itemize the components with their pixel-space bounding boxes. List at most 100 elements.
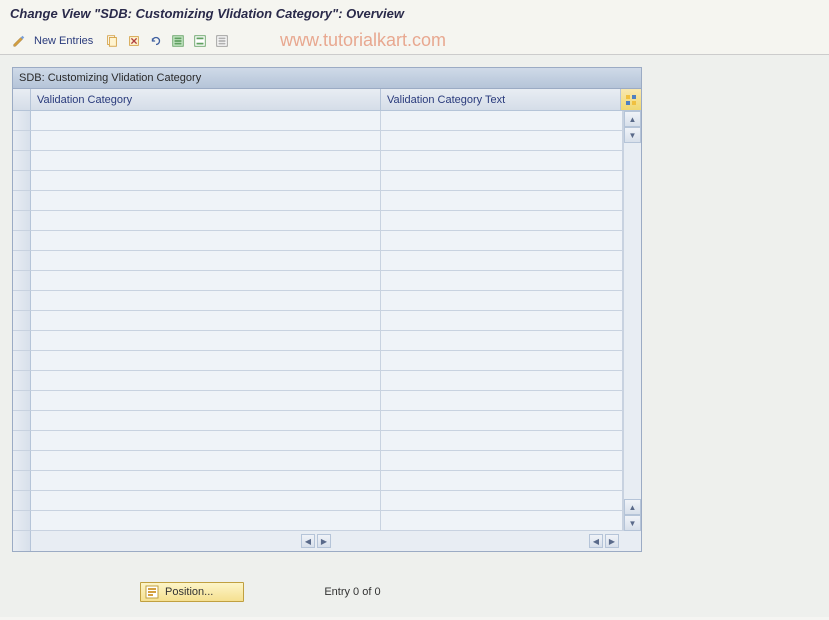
table-row [13, 231, 623, 251]
table-row [13, 331, 623, 351]
row-handle[interactable] [13, 511, 31, 531]
table-config-icon[interactable] [621, 89, 641, 111]
table-row [13, 191, 623, 211]
row-handle[interactable] [13, 451, 31, 471]
row-handle[interactable] [13, 291, 31, 311]
cell-validation-category-text[interactable] [381, 391, 623, 411]
scroll-up-bottom-icon[interactable]: ▲ [624, 499, 641, 515]
hscroll-left-icon[interactable]: ◀ [301, 534, 315, 548]
cell-validation-category-text[interactable] [381, 331, 623, 351]
column-header-validation-category[interactable]: Validation Category [31, 89, 381, 111]
cell-validation-category[interactable] [31, 331, 381, 351]
row-handle[interactable] [13, 231, 31, 251]
cell-validation-category-text[interactable] [381, 411, 623, 431]
cell-validation-category-text[interactable] [381, 151, 623, 171]
cell-validation-category-text[interactable] [381, 231, 623, 251]
row-handle-header[interactable] [13, 89, 31, 111]
cell-validation-category-text[interactable] [381, 211, 623, 231]
cell-validation-category[interactable] [31, 291, 381, 311]
hscroll-right-icon[interactable]: ▶ [317, 534, 331, 548]
hscroll-right-end-icon[interactable]: ▶ [605, 534, 619, 548]
horizontal-scrollbar[interactable]: ◀ ▶ ◀ ▶ [31, 531, 623, 551]
select-block-icon[interactable] [191, 32, 209, 50]
cell-validation-category[interactable] [31, 171, 381, 191]
table-row [13, 511, 623, 531]
table-row [13, 451, 623, 471]
cell-validation-category-text[interactable] [381, 131, 623, 151]
row-handle[interactable] [13, 471, 31, 491]
hscroll-left-end-icon[interactable]: ◀ [589, 534, 603, 548]
table-row [13, 211, 623, 231]
undo-icon[interactable] [147, 32, 165, 50]
row-handle[interactable] [13, 131, 31, 151]
cell-validation-category-text[interactable] [381, 491, 623, 511]
cell-validation-category-text[interactable] [381, 451, 623, 471]
cell-validation-category-text[interactable] [381, 371, 623, 391]
row-handle[interactable] [13, 251, 31, 271]
table-row [13, 291, 623, 311]
scroll-down-icon[interactable]: ▼ [624, 127, 641, 143]
cell-validation-category[interactable] [31, 431, 381, 451]
cell-validation-category[interactable] [31, 411, 381, 431]
cell-validation-category-text[interactable] [381, 511, 623, 531]
cell-validation-category[interactable] [31, 271, 381, 291]
scroll-up-icon[interactable]: ▲ [624, 111, 641, 127]
cell-validation-category[interactable] [31, 391, 381, 411]
cell-validation-category[interactable] [31, 231, 381, 251]
cell-validation-category[interactable] [31, 311, 381, 331]
cell-validation-category[interactable] [31, 191, 381, 211]
cell-validation-category-text[interactable] [381, 291, 623, 311]
row-handle[interactable] [13, 171, 31, 191]
table-body: ▲ ▼ ▲ ▼ [13, 111, 641, 531]
table-row [13, 491, 623, 511]
delete-icon[interactable] [125, 32, 143, 50]
scroll-track[interactable] [624, 143, 641, 499]
select-all-icon[interactable] [169, 32, 187, 50]
cell-validation-category[interactable] [31, 351, 381, 371]
row-handle[interactable] [13, 111, 31, 131]
cell-validation-category-text[interactable] [381, 251, 623, 271]
new-entries-button[interactable]: New Entries [34, 35, 93, 47]
main-content: SDB: Customizing Vlidation Category Vali… [0, 55, 829, 617]
row-handle[interactable] [13, 411, 31, 431]
change-display-icon[interactable] [10, 32, 28, 50]
column-header-validation-category-text[interactable]: Validation Category Text [381, 89, 621, 111]
cell-validation-category-text[interactable] [381, 351, 623, 371]
row-handle[interactable] [13, 351, 31, 371]
cell-validation-category[interactable] [31, 371, 381, 391]
row-handle[interactable] [13, 371, 31, 391]
cell-validation-category-text[interactable] [381, 271, 623, 291]
row-handle[interactable] [13, 311, 31, 331]
cell-validation-category-text[interactable] [381, 191, 623, 211]
row-handle[interactable] [13, 211, 31, 231]
vertical-scrollbar[interactable]: ▲ ▼ ▲ ▼ [623, 111, 641, 531]
cell-validation-category-text[interactable] [381, 311, 623, 331]
cell-validation-category[interactable] [31, 151, 381, 171]
cell-validation-category[interactable] [31, 131, 381, 151]
cell-validation-category[interactable] [31, 451, 381, 471]
cell-validation-category-text[interactable] [381, 431, 623, 451]
cell-validation-category-text[interactable] [381, 171, 623, 191]
cell-validation-category-text[interactable] [381, 471, 623, 491]
cell-validation-category[interactable] [31, 491, 381, 511]
cell-validation-category[interactable] [31, 251, 381, 271]
copy-icon[interactable] [103, 32, 121, 50]
scroll-down-bottom-icon[interactable]: ▼ [624, 515, 641, 531]
cell-validation-category[interactable] [31, 471, 381, 491]
row-handle[interactable] [13, 151, 31, 171]
table-row [13, 251, 623, 271]
cell-validation-category[interactable] [31, 211, 381, 231]
entry-status: Entry 0 of 0 [324, 586, 380, 598]
deselect-all-icon[interactable] [213, 32, 231, 50]
cell-validation-category[interactable] [31, 511, 381, 531]
row-handle[interactable] [13, 491, 31, 511]
row-handle[interactable] [13, 331, 31, 351]
row-handle[interactable] [13, 271, 31, 291]
row-handle[interactable] [13, 191, 31, 211]
row-handle[interactable] [13, 431, 31, 451]
cell-validation-category[interactable] [31, 111, 381, 131]
position-button[interactable]: Position... [140, 582, 244, 602]
position-label: Position... [165, 586, 213, 598]
cell-validation-category-text[interactable] [381, 111, 623, 131]
row-handle[interactable] [13, 391, 31, 411]
